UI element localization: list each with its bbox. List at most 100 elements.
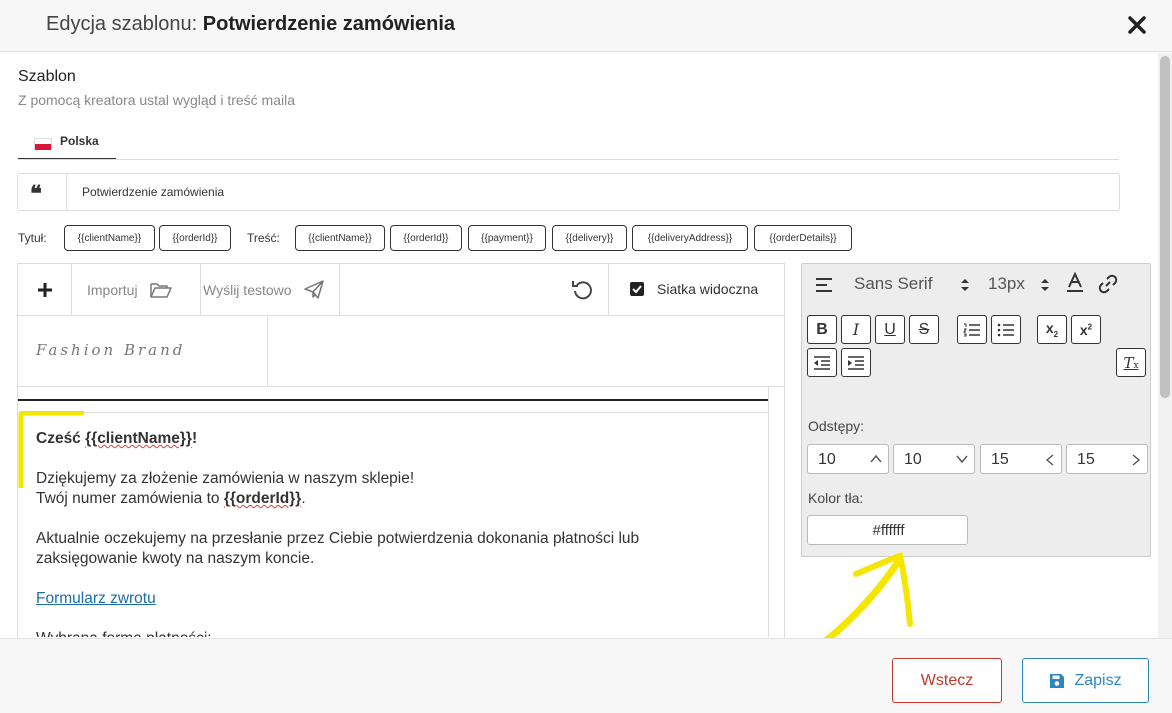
bullet-list-icon <box>997 323 1014 336</box>
spacing-bottom-input[interactable]: 10 <box>893 444 975 474</box>
divider-line <box>18 399 768 401</box>
superscript-button[interactable]: x2 <box>1071 315 1101 344</box>
greeting-suffix: ! <box>191 430 198 447</box>
brand-logo: Fashion Brand <box>36 341 186 359</box>
bold-button[interactable]: B <box>807 315 837 344</box>
tabs-divider <box>18 159 1119 160</box>
clear-format-icon: Tx <box>1123 353 1139 372</box>
title-var-clientname-button[interactable]: {{clientName}} <box>64 225 155 251</box>
spacing-left-input[interactable]: 15 <box>980 444 1062 474</box>
import-label: Importuj <box>87 281 138 298</box>
body-var-clientname-button[interactable]: {{clientName}} <box>295 225 385 251</box>
font-size-value: 13px <box>988 274 1025 293</box>
thanks-line: Dziękujemy za złożenie zamówienia w nasz… <box>36 470 415 487</box>
ordered-list-icon <box>963 323 980 336</box>
select-arrows-icon <box>1041 279 1049 291</box>
outdent-button[interactable] <box>807 348 837 377</box>
spacing-bottom-value: 10 <box>904 451 922 468</box>
editor-canvas[interactable]: Fashion Brand Cześć {{clientName}}! Dzię… <box>18 317 784 637</box>
undo-icon[interactable] <box>570 277 594 301</box>
folder-open-icon <box>149 282 172 298</box>
superscript-icon: x2 <box>1079 321 1093 338</box>
modal-header: Edycja szablonu: Potwierdzenie zamówieni… <box>0 0 1172 52</box>
grid-visible-checkbox[interactable] <box>630 282 644 296</box>
title-var-orderid-button[interactable]: {{orderId}} <box>159 225 231 251</box>
logo-block[interactable]: Fashion Brand <box>18 317 268 387</box>
subscript-button[interactable]: x2 <box>1037 315 1067 344</box>
strikethrough-icon: S <box>918 320 930 338</box>
font-family-value: Sans Serif <box>854 274 933 293</box>
spacing-right-value: 15 <box>1077 451 1095 468</box>
tab-language-label: Polska <box>60 134 99 148</box>
waiting-line-1: Aktualnie oczekujemy na przesłanie przez… <box>36 530 640 547</box>
close-icon[interactable] <box>1126 14 1148 36</box>
bg-color-value: #ffffff <box>872 522 905 539</box>
indent-icon <box>848 355 864 370</box>
order-id-var: {{orderId}} <box>223 490 302 507</box>
body-var-orderdetails-button[interactable]: {{orderDetails}} <box>754 225 852 251</box>
grid-toggle[interactable]: Siatka widoczna <box>608 264 784 315</box>
order-suffix: . <box>301 490 306 507</box>
quote-icon: ❝ <box>30 181 42 207</box>
link-icon[interactable] <box>1098 274 1118 299</box>
italic-icon: I <box>852 320 860 339</box>
title-vars-label: Tytuł: <box>18 231 47 245</box>
strikethrough-button[interactable]: S <box>909 315 939 344</box>
back-button[interactable]: Wstecz <box>892 658 1002 703</box>
add-block-button[interactable] <box>18 264 72 315</box>
bg-color-label: Kolor tła: <box>808 490 864 506</box>
plus-icon <box>37 282 52 297</box>
subject-field[interactable]: ❝ Potwierdzenie zamówienia <box>17 173 1120 211</box>
font-size-select[interactable]: 13px <box>988 274 1054 296</box>
align-left-icon[interactable] <box>815 277 833 298</box>
greeting-client-var: {{clientName}} <box>85 430 192 447</box>
body-var-deliveryaddress-button[interactable]: {{deliveryAddress}} <box>632 225 748 251</box>
subject-input-value[interactable]: Potwierdzenie zamówienia <box>82 185 224 199</box>
poland-flag-icon <box>34 138 52 150</box>
paper-plane-icon <box>303 279 324 299</box>
spacing-top-value: 10 <box>818 451 836 468</box>
send-test-label: Wyślij testowo <box>203 281 292 298</box>
bg-color-input[interactable]: #ffffff <box>807 515 968 545</box>
indent-button[interactable] <box>841 348 871 377</box>
subscript-icon: x2 <box>1045 320 1059 339</box>
underline-icon: U <box>884 320 896 338</box>
modal-title-template-name: Potwierdzenie zamówienia <box>202 13 456 35</box>
body-var-delivery-button[interactable]: {{delivery}} <box>552 225 627 251</box>
bold-icon: B <box>816 320 828 338</box>
body-var-payment-button[interactable]: {{payment}} <box>468 225 546 251</box>
ordered-list-button[interactable] <box>957 315 987 344</box>
body-vars-label: Treść: <box>247 231 280 245</box>
chevron-up-icon <box>870 454 882 463</box>
return-form-link[interactable]: Formularz zwrotu <box>36 590 156 607</box>
send-test-button[interactable]: Wyślij testowo <box>202 264 340 315</box>
block-separator <box>18 412 768 413</box>
body-var-orderid-button[interactable]: {{orderId}} <box>390 225 462 251</box>
grid-visible-label: Siatka widoczna <box>657 281 759 297</box>
subject-divider <box>66 174 67 210</box>
italic-button[interactable]: I <box>841 315 871 344</box>
header-empty-block[interactable] <box>269 317 784 387</box>
text-color-icon[interactable] <box>1066 271 1084 299</box>
spacing-right-input[interactable]: 15 <box>1066 444 1148 474</box>
save-button[interactable]: Zapisz <box>1022 658 1149 703</box>
modal-footer: Wstecz Zapisz <box>0 638 1172 713</box>
email-editor: Importuj Wyślij testowo Siatka widoczna … <box>17 263 785 653</box>
bullet-list-button[interactable] <box>991 315 1021 344</box>
editor-toolbar: Importuj Wyślij testowo Siatka widoczna <box>18 264 784 316</box>
spacing-top-input[interactable]: 10 <box>807 444 889 474</box>
tab-language-polska[interactable]: Polska <box>18 124 116 160</box>
font-family-select[interactable]: Sans Serif <box>854 274 974 296</box>
section-title: Szablon <box>18 68 76 85</box>
import-button[interactable]: Importuj <box>73 264 201 315</box>
waiting-line-2: zaksięgowanie kwoty na naszym koncie. <box>36 550 315 567</box>
greeting-line: Cześć {{clientName}}! <box>36 429 639 449</box>
clear-format-button[interactable]: Tx <box>1116 348 1146 377</box>
order-line: Twój numer zamówienia to {{orderId}}. <box>36 489 639 509</box>
block-properties-panel: Sans Serif 13px B I U S x2 x2 Tx Odstępy… <box>801 263 1151 557</box>
email-body-text[interactable]: Cześć {{clientName}}! Dziękujemy za złoż… <box>36 429 639 637</box>
greeting-prefix: Cześć <box>36 430 86 447</box>
underline-button[interactable]: U <box>875 315 905 344</box>
spacing-label: Odstępy: <box>808 418 865 434</box>
scrollbar-thumb[interactable] <box>1160 56 1170 398</box>
